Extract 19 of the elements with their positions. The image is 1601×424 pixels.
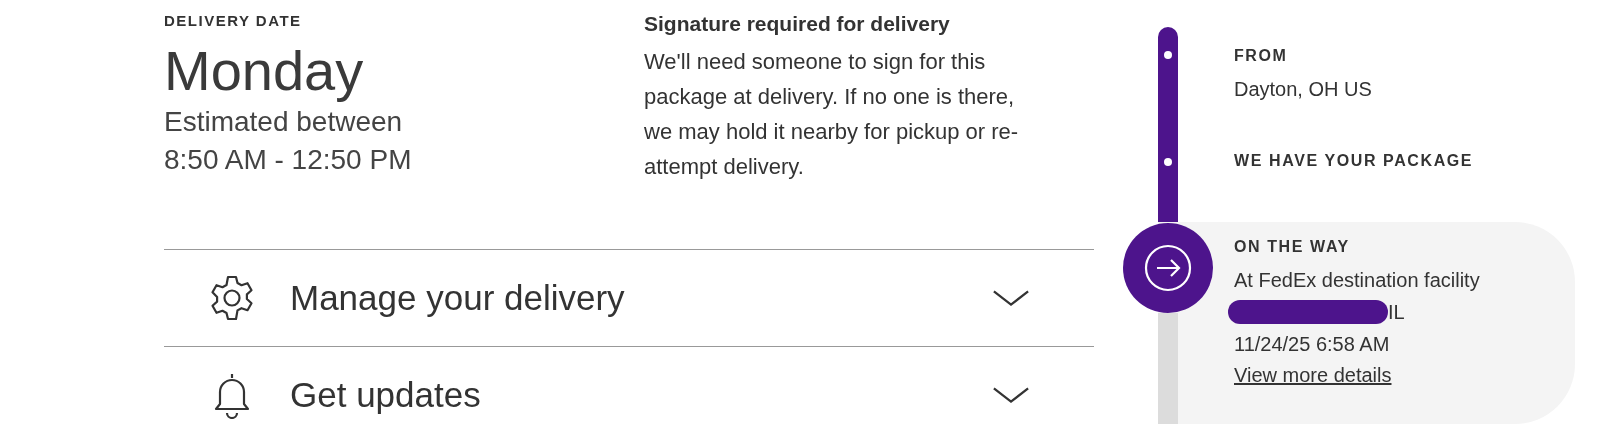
signature-text: We'll need someone to sign for this package at delivery. If no one is there, we may hold it nearby for pickup or re-attempt delivery.: [644, 48, 1020, 181]
location-text: IL: [1388, 300, 1405, 325]
delivery-date-label: DELIVERY DATE: [164, 12, 303, 29]
timestamp: 11/24/25 6:58 AM: [1234, 332, 1391, 357]
delivery-day: Monday: [164, 39, 644, 103]
gear-icon: [208, 274, 256, 322]
status-text: At FedEx destination facility: [1234, 268, 1480, 293]
timeline-dot: [1164, 51, 1172, 59]
status-title: FROM: [1234, 47, 1289, 65]
chevron-icon: [992, 288, 1030, 308]
estimate-text: Estimated between: [164, 105, 404, 139]
status-title: WE HAVE YOUR PACKAGE: [1234, 152, 1474, 170]
estimate-text: 8:50 AM - 12:50 PM: [164, 143, 413, 177]
status-text: Dayton, OH US: [1234, 77, 1372, 102]
view-details-link[interactable]: View more details: [1234, 364, 1392, 386]
status-title: ON THE WAY: [1234, 238, 1351, 256]
signature-title: Signature required for delivery: [644, 12, 951, 36]
chevron-icon: [992, 385, 1030, 405]
timeline-dot: [1164, 158, 1172, 166]
